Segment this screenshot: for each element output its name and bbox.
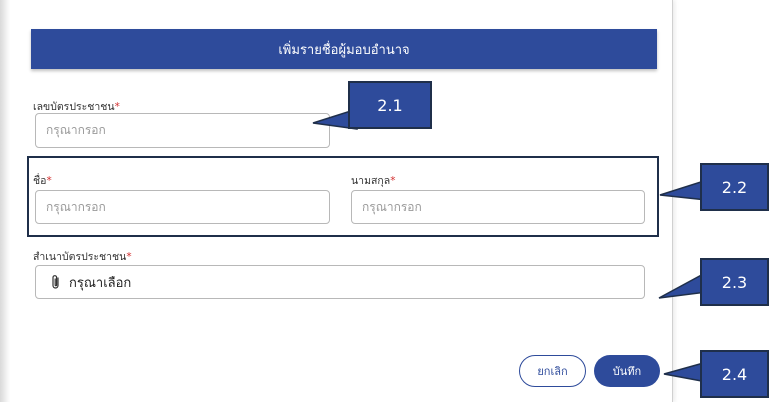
callout-2-4: 2.4 bbox=[700, 350, 769, 398]
callout-2-3-text: 2.3 bbox=[721, 272, 748, 292]
callout-2-1-text: 2.1 bbox=[377, 95, 403, 115]
callout-2-2: 2.2 bbox=[700, 163, 769, 211]
callout-pointers bbox=[312, 107, 708, 383]
callout-2-4-text: 2.4 bbox=[721, 364, 748, 384]
callout-2-2-text: 2.2 bbox=[721, 177, 748, 197]
callout-2-1: 2.1 bbox=[348, 81, 432, 129]
callout-2-3: 2.3 bbox=[700, 258, 769, 306]
